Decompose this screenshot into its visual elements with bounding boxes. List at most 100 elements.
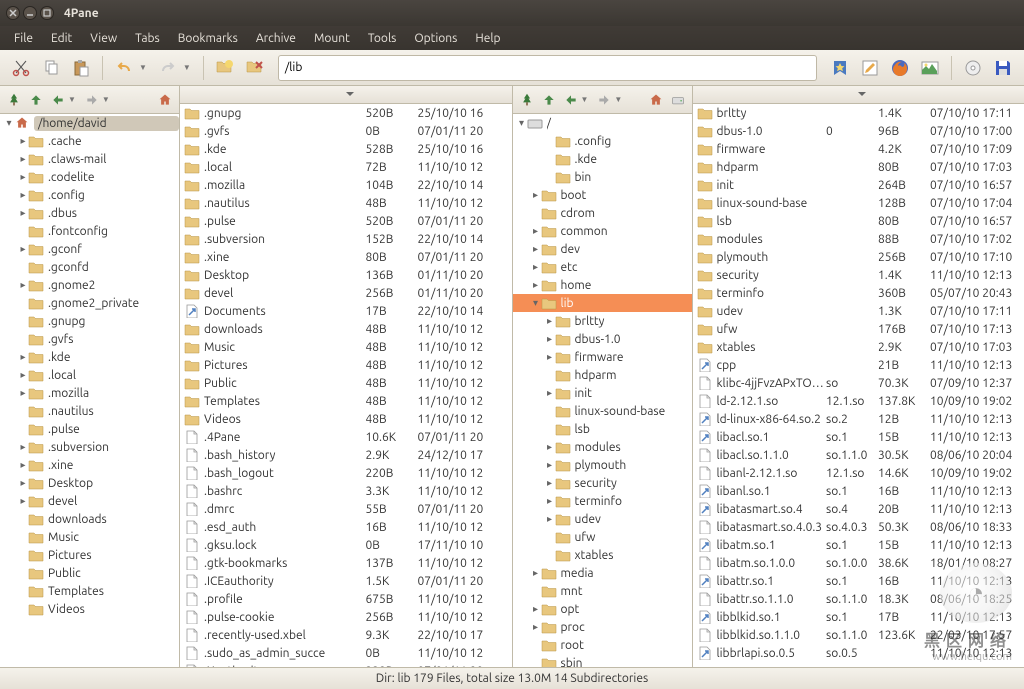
tree-icon[interactable]	[4, 90, 24, 110]
maximize-button[interactable]	[40, 6, 54, 20]
tree-item[interactable]: ▸.xine	[0, 456, 179, 474]
tree-item[interactable]: .gnupg	[0, 312, 179, 330]
forward-icon[interactable]	[594, 90, 614, 110]
tree-item[interactable]: ▸terminfo	[513, 492, 692, 510]
close-button[interactable]	[6, 6, 20, 20]
tree-item[interactable]: sbin	[513, 654, 692, 667]
tree-item[interactable]: ▸.claws-mail	[0, 150, 179, 168]
tree-item[interactable]: downloads	[0, 510, 179, 528]
list-item[interactable]: .bash_logout220B11/10/10 12	[180, 464, 512, 482]
list-item[interactable]: udev1.3K07/10/10 17:11	[693, 302, 1024, 320]
copy-button[interactable]	[38, 55, 64, 81]
list-item[interactable]: libanl.so.1so.116B11/10/10 12:13	[693, 482, 1024, 500]
tree-item[interactable]: cdrom	[513, 204, 692, 222]
tree-item[interactable]: linux-sound-base	[513, 402, 692, 420]
list-item[interactable]: ld-2.12.1.so12.1.so137.8K10/09/10 19:02	[693, 392, 1024, 410]
tree-item[interactable]: xtables	[513, 546, 692, 564]
list-item[interactable]: Documents17B22/10/10 14	[180, 302, 512, 320]
menu-edit[interactable]: Edit	[43, 29, 80, 48]
redo-button[interactable]	[155, 55, 181, 81]
list-item[interactable]: .bashrc3.3K11/10/10 12	[180, 482, 512, 500]
tree-item[interactable]: ▸boot	[513, 186, 692, 204]
minimize-button[interactable]	[23, 6, 37, 20]
tree-item[interactable]: ▸devel	[0, 492, 179, 510]
tool-disk[interactable]	[960, 55, 986, 81]
list-item[interactable]: klibc-4jjFvzAPxTOWHPur-ufQ-JhL76c.soso70…	[693, 374, 1024, 392]
list-item[interactable]: security1.4K11/10/10 12:13	[693, 266, 1024, 284]
tree-item[interactable]: ▸etc	[513, 258, 692, 276]
list-item[interactable]: hdparm80B07/10/10 17:03	[693, 158, 1024, 176]
list-item[interactable]: libatasmart.so.4.0.3so.4.0.350.3K08/06/1…	[693, 518, 1024, 536]
tree-item[interactable]: ▸.cache	[0, 132, 179, 150]
list-item[interactable]: .pulse-cookie256B11/10/10 12	[180, 608, 512, 626]
list-item[interactable]: init264B07/10/10 16:57	[693, 176, 1024, 194]
tree-item[interactable]: ▸dev	[513, 240, 692, 258]
list-item[interactable]: downloads48B11/10/10 12	[180, 320, 512, 338]
list-item[interactable]: libblkid.so.1so.117B11/10/10 12:13	[693, 608, 1024, 626]
path-input[interactable]: /lib	[278, 55, 817, 81]
list-item[interactable]: .ICEauthority1.5K07/01/11 20	[180, 572, 512, 590]
tree-item[interactable]: mnt	[513, 582, 692, 600]
tree-item[interactable]: ▸opt	[513, 600, 692, 618]
menu-bookmarks[interactable]: Bookmarks	[170, 29, 246, 48]
menu-options[interactable]: Options	[406, 29, 465, 48]
tree-root[interactable]: ▾/home/david	[0, 114, 179, 132]
list-item[interactable]: dbus-1.0096B07/10/10 17:00	[693, 122, 1024, 140]
list-item[interactable]: .subversion152B22/10/10 14	[180, 230, 512, 248]
tree-item[interactable]: ▸security	[513, 474, 692, 492]
list-item[interactable]: ld-linux-x86-64.so.2so.212B11/10/10 12:1…	[693, 410, 1024, 428]
tree-item[interactable]: lsb	[513, 420, 692, 438]
list-item[interactable]: libattr.so.1.1.0so.1.1.018.3K08/06/10 18…	[693, 590, 1024, 608]
list-item[interactable]: cpp21B11/10/10 12:13	[693, 356, 1024, 374]
tree-item[interactable]: ▸firmware	[513, 348, 692, 366]
tree-item[interactable]: ▸.dbus	[0, 204, 179, 222]
back-icon[interactable]	[48, 90, 68, 110]
tree-item[interactable]: Public	[0, 564, 179, 582]
tool-save[interactable]	[990, 55, 1016, 81]
list-item[interactable]: terminfo360B05/07/10 20:43	[693, 284, 1024, 302]
tree-item[interactable]: ▸.gnome2	[0, 276, 179, 294]
tree-item[interactable]: .nautilus	[0, 402, 179, 420]
list-item[interactable]: .kde528B25/10/10 16	[180, 140, 512, 158]
tree-item[interactable]: ▸.gconf	[0, 240, 179, 258]
tree-item[interactable]: ▸dbus-1.0	[513, 330, 692, 348]
tree-item[interactable]: ▸.subversion	[0, 438, 179, 456]
list-item[interactable]: .nautilus48B11/10/10 12	[180, 194, 512, 212]
up-icon[interactable]	[26, 90, 46, 110]
list-item[interactable]: libanl-2.12.1.so12.1.so14.6K10/09/10 19:…	[693, 464, 1024, 482]
menu-tabs[interactable]: Tabs	[127, 29, 168, 48]
tree-item[interactable]: ufw	[513, 528, 692, 546]
list-item[interactable]: libacl.so.1.1.0so.1.1.030.5K08/06/10 20:…	[693, 446, 1024, 464]
list-item[interactable]: linux-sound-base128B07/10/10 17:04	[693, 194, 1024, 212]
tree-item[interactable]: root	[513, 636, 692, 654]
tool-firefox[interactable]	[887, 55, 913, 81]
list-item[interactable]: ufw176B07/10/10 17:13	[693, 320, 1024, 338]
list-item[interactable]: Templates48B11/10/10 12	[180, 392, 512, 410]
list-item[interactable]: .mozilla104B22/10/10 14	[180, 176, 512, 194]
list-item[interactable]: .gnupg520B25/10/10 16	[180, 104, 512, 122]
list-item[interactable]: libblkid.so.1.1.0so.1.1.0123.6K22/03/10 …	[693, 626, 1024, 644]
tree-item[interactable]: ▸proc	[513, 618, 692, 636]
list-item[interactable]: Pictures48B11/10/10 12	[180, 356, 512, 374]
list-item[interactable]: modules88B07/10/10 17:02	[693, 230, 1024, 248]
tree-item[interactable]: .gvfs	[0, 330, 179, 348]
tree-item[interactable]: Videos	[0, 600, 179, 618]
list-item[interactable]: plymouth256B07/10/10 17:10	[693, 248, 1024, 266]
list-item[interactable]: .profile675B11/10/10 12	[180, 590, 512, 608]
list-item[interactable]: lsb80B07/10/10 16:57	[693, 212, 1024, 230]
tree-item[interactable]: ▾lib	[513, 294, 692, 312]
tree-item[interactable]: ▸home	[513, 276, 692, 294]
menu-archive[interactable]: Archive	[248, 29, 304, 48]
tree-item[interactable]: Pictures	[0, 546, 179, 564]
tree-root[interactable]: ▾/	[513, 114, 692, 132]
tree-item[interactable]: ▸.config	[0, 186, 179, 204]
list-item[interactable]: Public48B11/10/10 12	[180, 374, 512, 392]
back-icon[interactable]	[561, 90, 581, 110]
tree-item[interactable]: ▸plymouth	[513, 456, 692, 474]
tree-item[interactable]: ▸.kde	[0, 348, 179, 366]
tree-item[interactable]: ▸media	[513, 564, 692, 582]
menu-view[interactable]: View	[82, 29, 125, 48]
tree-item[interactable]: ▸brltty	[513, 312, 692, 330]
list-item[interactable]: libbrlapi.so.0.5so.0.511/10/10 12:13	[693, 644, 1024, 662]
tree-item[interactable]: hdparm	[513, 366, 692, 384]
